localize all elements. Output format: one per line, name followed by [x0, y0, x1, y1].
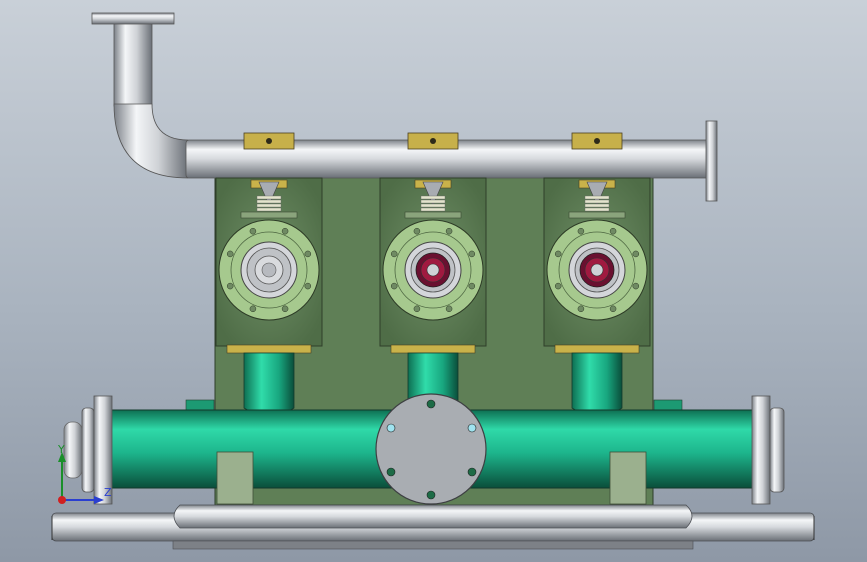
inlet-pipe [243, 352, 295, 417]
axis-triad [58, 452, 104, 504]
inlet-pipe [571, 352, 623, 417]
axis-z-label: Z [104, 486, 112, 499]
axis-y-label: Y [58, 443, 65, 456]
discharge-header [91, 12, 718, 202]
cad-viewport[interactable]: Y Z [0, 0, 867, 562]
manifold-blind-flange [375, 393, 487, 505]
base-skid [51, 504, 815, 550]
pump-skid-model [51, 12, 815, 550]
